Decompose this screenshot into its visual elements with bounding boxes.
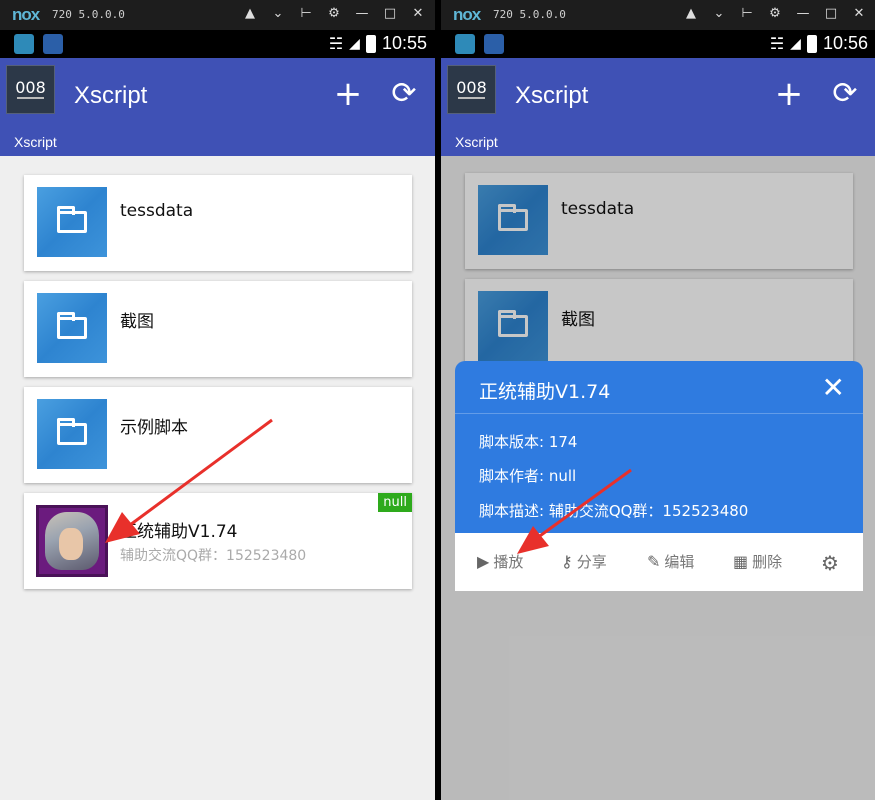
emulator-version: 720 5.0.0.0 bbox=[52, 8, 125, 21]
chevron-down-icon[interactable]: ⌄ bbox=[271, 6, 285, 21]
app-toolbar: 008 Xscript + ⟳ Xscript bbox=[0, 58, 435, 156]
dialog-title: 正统辅助V1.74 bbox=[479, 381, 611, 403]
battery-icon bbox=[806, 34, 817, 53]
nox-logo: nox bbox=[453, 5, 481, 24]
android-status-bar: ☵ ◢ 10:55 bbox=[0, 30, 435, 58]
folder-card-screenshots[interactable]: 截图 bbox=[24, 281, 412, 377]
script-description: 脚本描述: 辅助交流QQ群：152523480 bbox=[479, 502, 749, 520]
app-toolbar: 008 Xscript + ⟳ Xscript bbox=[441, 58, 875, 156]
right-screen: nox 720 5.0.0.0 ▲ ⌄ ⊢ ⚙ — □ ✕ ☵ ◢ 10:56 … bbox=[441, 0, 875, 800]
folder-icon bbox=[37, 293, 107, 363]
script-thumbnail bbox=[36, 505, 108, 577]
notification-tool-icon bbox=[43, 34, 63, 54]
app-icon[interactable]: 008 bbox=[447, 65, 496, 114]
script-title: 正统辅助V1.74 bbox=[120, 522, 238, 542]
dialog-divider bbox=[455, 413, 863, 414]
folder-icon bbox=[37, 399, 107, 469]
folder-name: 截图 bbox=[120, 312, 154, 332]
play-label: 播放 bbox=[493, 553, 524, 571]
gear-icon: ⚙ bbox=[821, 551, 839, 575]
notification-app-icon bbox=[455, 34, 475, 54]
script-author: 脚本作者: null bbox=[479, 467, 577, 485]
signal-icon: ◢ bbox=[790, 35, 801, 52]
edit-button[interactable]: ✎ 编辑 bbox=[647, 551, 694, 572]
add-icon[interactable]: + bbox=[330, 76, 366, 112]
delete-label: 删除 bbox=[752, 553, 783, 571]
add-icon[interactable]: + bbox=[771, 76, 807, 112]
notification-app-icon bbox=[14, 34, 34, 54]
breadcrumb[interactable]: Xscript bbox=[14, 134, 57, 150]
maximize-icon[interactable]: □ bbox=[383, 6, 397, 21]
close-icon[interactable]: ✕ bbox=[852, 6, 866, 21]
trash-icon: ▦ bbox=[733, 552, 749, 571]
script-description: 辅助交流QQ群：152523480 bbox=[120, 548, 307, 564]
script-card[interactable]: null 正统辅助V1.74 辅助交流QQ群：152523480 bbox=[24, 493, 412, 589]
shirt-icon[interactable]: ▲ bbox=[243, 6, 257, 21]
signal-icon: ◢ bbox=[349, 35, 360, 52]
emulator-title-bar: nox 720 5.0.0.0 ▲ ⌄ ⊢ ⚙ — □ ✕ bbox=[441, 0, 875, 30]
refresh-icon[interactable]: ⟳ bbox=[827, 76, 863, 112]
app-icon[interactable]: 008 bbox=[6, 65, 55, 114]
folder-card-tessdata[interactable]: tessdata bbox=[24, 175, 412, 271]
status-badge: null bbox=[378, 493, 412, 512]
gear-icon[interactable]: ⚙ bbox=[327, 6, 341, 21]
maximize-icon[interactable]: □ bbox=[824, 6, 838, 21]
play-button[interactable]: ▶ 播放 bbox=[477, 551, 523, 572]
gear-icon[interactable]: ⚙ bbox=[768, 6, 782, 21]
left-screen: nox 720 5.0.0.0 ▲ ⌄ ⊢ ⚙ — □ ✕ ☵ ◢ 10:55 … bbox=[0, 0, 435, 800]
pin-icon[interactable]: ⊢ bbox=[299, 6, 313, 21]
emulator-version: 720 5.0.0.0 bbox=[493, 8, 566, 21]
breadcrumb[interactable]: Xscript bbox=[455, 134, 498, 150]
share-icon: ⚷ bbox=[561, 552, 573, 571]
delete-button[interactable]: ▦ 删除 bbox=[733, 551, 782, 572]
share-label: 分享 bbox=[576, 553, 607, 571]
dialog-header: 正统辅助V1.74 ✕ 脚本版本: 174 脚本作者: null 脚本描述: 辅… bbox=[455, 361, 863, 533]
script-version: 脚本版本: 174 bbox=[479, 433, 578, 451]
share-button[interactable]: ⚷ 分享 bbox=[561, 551, 607, 572]
shirt-icon[interactable]: ▲ bbox=[684, 6, 698, 21]
app-title: Xscript bbox=[74, 82, 148, 109]
pin-icon[interactable]: ⊢ bbox=[740, 6, 754, 21]
close-icon[interactable]: ✕ bbox=[411, 6, 425, 21]
android-status-bar: ☵ ◢ 10:56 bbox=[441, 30, 875, 58]
folder-name: tessdata bbox=[120, 201, 194, 221]
battery-icon bbox=[365, 34, 376, 53]
folder-name: 示例脚本 bbox=[120, 418, 188, 438]
notification-tool-icon bbox=[484, 34, 504, 54]
minimize-icon[interactable]: — bbox=[796, 6, 810, 21]
status-time: 10:55 bbox=[381, 33, 427, 53]
folder-card-examples[interactable]: 示例脚本 bbox=[24, 387, 412, 483]
close-icon[interactable]: ✕ bbox=[822, 371, 845, 404]
nox-logo: nox bbox=[12, 5, 40, 24]
app-title: Xscript bbox=[515, 82, 589, 109]
pencil-icon: ✎ bbox=[647, 552, 661, 571]
emulator-title-bar: nox 720 5.0.0.0 ▲ ⌄ ⊢ ⚙ — □ ✕ bbox=[0, 0, 435, 30]
refresh-icon[interactable]: ⟳ bbox=[386, 76, 422, 112]
folder-icon bbox=[37, 187, 107, 257]
settings-button[interactable]: ⚙ bbox=[821, 551, 839, 575]
dialog-actions: ▶ 播放 ⚷ 分享 ✎ 编辑 ▦ 删除 ⚙ bbox=[455, 533, 863, 591]
play-icon: ▶ bbox=[477, 552, 490, 571]
chevron-down-icon[interactable]: ⌄ bbox=[712, 6, 726, 21]
edit-label: 编辑 bbox=[664, 553, 695, 571]
minimize-icon[interactable]: — bbox=[355, 6, 369, 21]
script-detail-dialog: 正统辅助V1.74 ✕ 脚本版本: 174 脚本作者: null 脚本描述: 辅… bbox=[455, 361, 863, 591]
wifi-icon: ☵ bbox=[769, 34, 785, 53]
status-time: 10:56 bbox=[822, 33, 868, 53]
wifi-icon: ☵ bbox=[328, 34, 344, 53]
